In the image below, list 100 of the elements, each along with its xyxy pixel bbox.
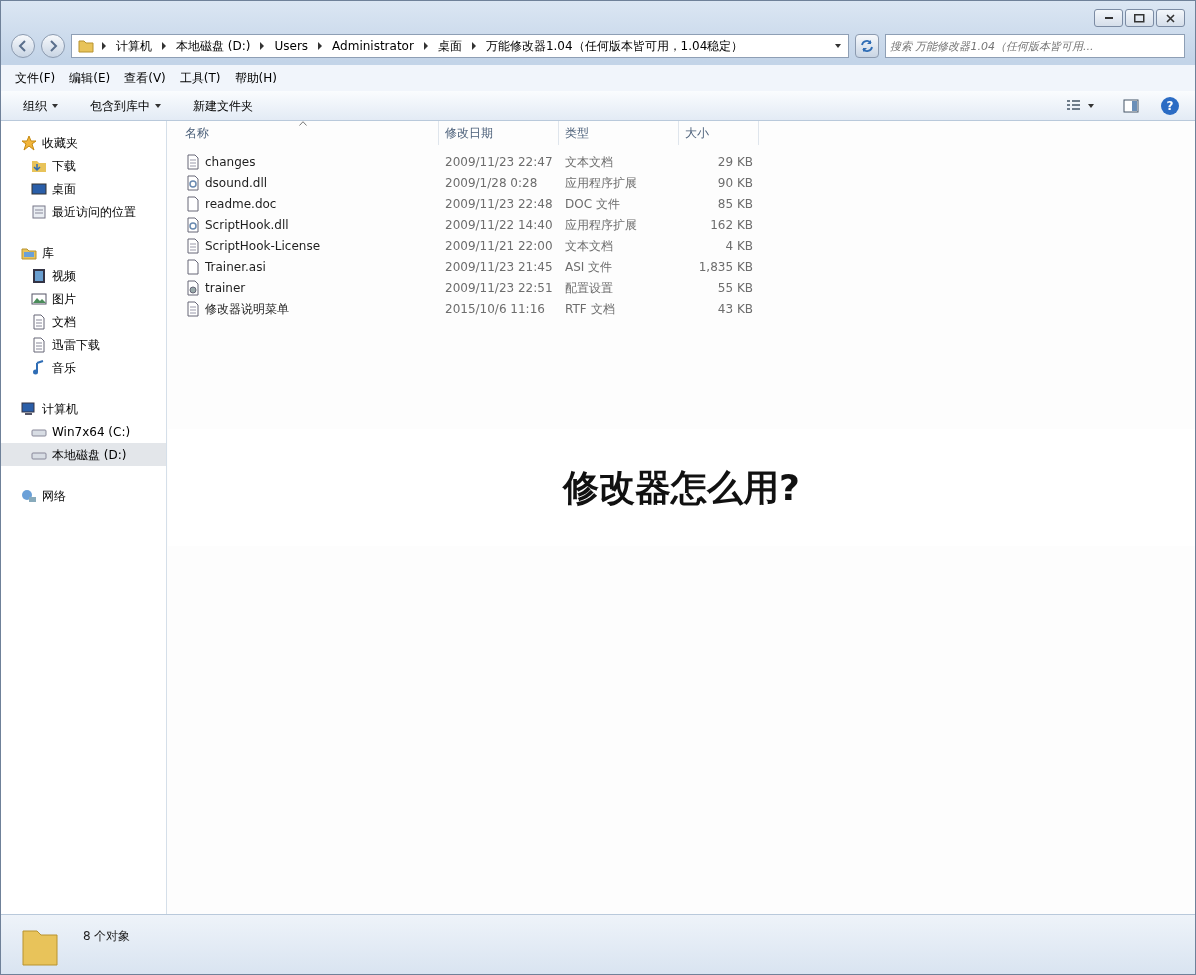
nav-item[interactable]: 音乐 [1, 356, 166, 379]
breadcrumb-item[interactable]: 桌面 [435, 37, 464, 55]
help-button[interactable]: ? [1161, 96, 1179, 115]
text-file-icon [185, 153, 201, 170]
table-cell-text: 2009/11/23 21:45 [444, 258, 554, 276]
file-name[interactable]: readme.doc [205, 194, 277, 213]
caption-text: 修改器怎么用? [563, 465, 800, 510]
network-icon [21, 487, 37, 504]
nav-item[interactable]: 视频 [1, 264, 166, 287]
column-header[interactable]: 大小 [679, 121, 759, 145]
column-header[interactable]: 修改日期 [439, 121, 559, 145]
table-cell-text: ASI 文件 [564, 258, 614, 276]
desktop-icon [31, 180, 47, 197]
menu-item[interactable]: 工具(T) [177, 69, 223, 87]
breadcrumb-item[interactable]: 万能修改器1.04（任何版本皆可用，1.04稳定） [483, 37, 746, 55]
address-bar[interactable]: 计算机 本地磁盘 (D:) Users Administrator 桌面 万能修改器1.04（任何版本皆可用，1.04稳定） [71, 34, 849, 58]
table-cell-text: 2015/10/6 11:16 [444, 300, 546, 318]
menu-item[interactable]: 帮助(H) [232, 69, 279, 87]
item-count: 8 个对象 [83, 928, 131, 945]
text-file-icon [185, 300, 201, 317]
table-cell-text: 2009/11/23 22:48 [444, 195, 554, 213]
table-cell-text: 29 KB [716, 153, 754, 171]
nav-item[interactable]: 本地磁盘 (D:) [1, 443, 166, 466]
maximize-button[interactable] [1125, 9, 1154, 27]
menu-item[interactable]: 文件(F) [13, 69, 58, 87]
file-name[interactable]: Trainer.asi [205, 257, 266, 276]
nav-item[interactable]: 下载 [1, 154, 166, 177]
star-icon [21, 134, 37, 151]
search-field[interactable]: 搜索 万能修改器1.04（任何版本皆可用... [885, 34, 1185, 58]
file-name[interactable]: trainer [205, 278, 246, 297]
preview-pane-icon [1123, 97, 1139, 114]
folder-icon [21, 927, 61, 969]
document-icon [31, 313, 47, 330]
chevron-icon [316, 41, 325, 51]
minimize-icon [1104, 17, 1113, 19]
close-icon [1166, 13, 1175, 23]
nav-item[interactable]: 最近访问的位置 [1, 200, 166, 223]
table-cell-text: 4 KB [724, 237, 754, 255]
menu-item[interactable]: 查看(V) [122, 69, 168, 87]
table-cell-text: 文本文档 [564, 237, 614, 255]
caret-icon [1087, 101, 1095, 110]
table-cell-text: 162 KB [709, 216, 754, 234]
table-cell-text: 55 KB [716, 279, 754, 297]
menu-item[interactable]: 编辑(E) [67, 69, 113, 87]
table-cell-text: 2009/11/22 14:40 [444, 216, 554, 234]
table-cell-text: 85 KB [716, 195, 754, 213]
forward-button[interactable] [41, 34, 65, 58]
nav-item[interactable]: 计算机 [1, 397, 166, 420]
computer-icon [21, 400, 37, 417]
file-name[interactable]: ScriptHook.dll [205, 215, 289, 234]
gear-file-icon [185, 216, 201, 233]
chevron-icon [421, 41, 430, 51]
table-cell-text: RTF 文档 [564, 300, 616, 318]
nav-item[interactable]: 文档 [1, 310, 166, 333]
table-cell-text: 90 KB [716, 174, 754, 192]
breadcrumb-item[interactable]: 计算机 [114, 37, 154, 55]
table-cell-text: 43 KB [716, 300, 754, 318]
toolbar-button[interactable]: 组织 [17, 94, 64, 117]
minimize-button[interactable] [1094, 9, 1123, 27]
back-button[interactable] [11, 34, 35, 58]
nav-item[interactable]: 桌面 [1, 177, 166, 200]
breadcrumb-item[interactable]: Administrator [330, 37, 416, 55]
table-cell-text: 应用程序扩展 [564, 216, 638, 234]
nav-item[interactable]: 迅雷下载 [1, 333, 166, 356]
refresh-button[interactable] [855, 34, 879, 58]
file-name[interactable]: 修改器说明菜单 [205, 299, 289, 318]
nav-item[interactable]: Win7x64 (C:) [1, 420, 166, 443]
table-cell-text: 2009/11/21 22:00 [444, 237, 554, 255]
file-name[interactable]: dsound.dll [205, 173, 268, 192]
video-icon [31, 267, 47, 284]
settings-file-icon [185, 279, 201, 296]
chevron-icon [258, 41, 267, 51]
column-header[interactable]: 名称 [179, 121, 439, 145]
nav-item[interactable]: 图片 [1, 287, 166, 310]
gear-file-icon [185, 174, 201, 191]
table-cell-text: 2009/1/28 0:28 [444, 174, 539, 192]
table-cell-text: 2009/11/23 22:51 [444, 279, 554, 297]
folder-icon [78, 38, 94, 54]
file-name[interactable]: ScriptHook-License [205, 236, 321, 255]
file-name[interactable]: changes [205, 152, 256, 171]
picture-icon [31, 290, 47, 307]
toolbar-button[interactable]: 新建文件夹 [187, 94, 259, 117]
table-cell-text: 1,835 KB [697, 258, 754, 276]
file-icon [185, 258, 201, 275]
chevron-icon [469, 41, 478, 51]
refresh-icon [859, 38, 875, 54]
close-button[interactable] [1156, 9, 1185, 27]
document-icon [31, 336, 47, 353]
table-cell-text: DOC 文件 [564, 195, 621, 213]
breadcrumb-item[interactable]: Users [272, 37, 311, 55]
nav-item[interactable]: 库 [1, 241, 166, 264]
breadcrumb-item[interactable]: 本地磁盘 (D:) [174, 37, 253, 55]
column-header[interactable]: 类型 [559, 121, 679, 145]
toolbar-button[interactable]: 包含到库中 [84, 94, 167, 117]
chevron-icon [160, 41, 168, 51]
nav-item[interactable]: 网络 [1, 484, 166, 507]
nav-item[interactable]: 收藏夹 [1, 131, 166, 154]
table-cell-text: 2009/11/23 22:47 [444, 153, 554, 171]
dropdown-caret-icon [834, 42, 842, 50]
maximize-icon [1134, 13, 1145, 23]
